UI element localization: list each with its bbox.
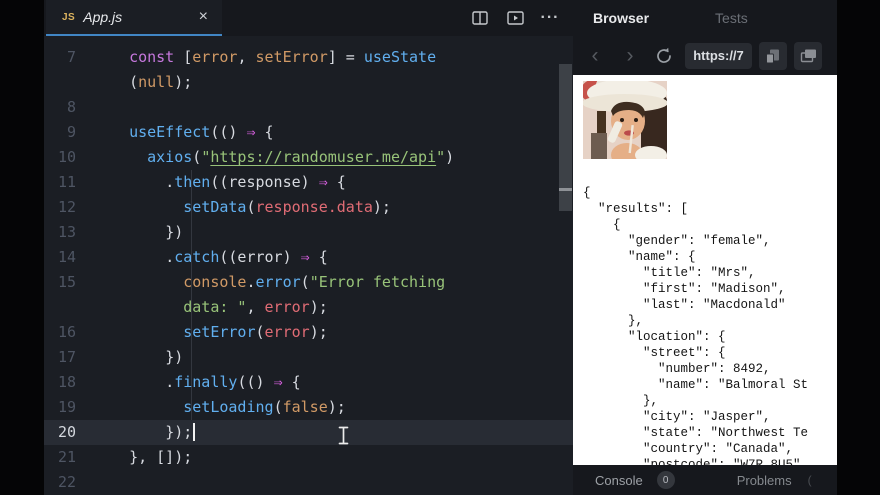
code-line[interactable]: 16 setError(error); xyxy=(44,320,573,345)
line-number: 22 xyxy=(44,470,100,495)
code-line[interactable]: 19 setLoading(false); xyxy=(44,395,573,420)
responsive-preview-button[interactable] xyxy=(759,42,787,70)
code-line[interactable]: 7 const [error, setError] = useState xyxy=(44,45,573,70)
text-caret xyxy=(193,423,195,441)
line-number: 21 xyxy=(44,445,100,470)
panel-status-bar: Console 0 Problems ( xyxy=(573,465,837,495)
code-editor: (true); 7 const [error, setError] = useS… xyxy=(44,0,573,495)
line-number: 16 xyxy=(44,320,100,345)
code-line[interactable]: data: ", error); xyxy=(44,295,573,320)
code-line[interactable]: 15 console.error("Error fetching xyxy=(44,270,573,295)
app-window: (true); 7 const [error, setError] = useS… xyxy=(0,0,880,495)
code-line[interactable]: 20 }); xyxy=(44,420,573,445)
code-lines: 7 const [error, setError] = useState (nu… xyxy=(44,45,573,495)
refresh-icon[interactable] xyxy=(654,46,674,66)
open-preview-icon[interactable] xyxy=(506,10,524,26)
line-number: 14 xyxy=(44,245,100,270)
browser-nav-bar: ‹ › https://7 xyxy=(573,36,837,75)
line-number: 18 xyxy=(44,370,100,395)
scrollbar-mark xyxy=(559,188,572,191)
forward-icon[interactable]: › xyxy=(620,45,640,66)
line-number: 7 xyxy=(44,45,100,70)
tab-filename: App.js xyxy=(83,9,198,25)
panel-tab-bar: Browser Tests xyxy=(573,0,837,36)
code-line[interactable]: 11 .then((response) ⇒ { xyxy=(44,170,573,195)
code-line[interactable]: 9 useEffect(() ⇒ { xyxy=(44,120,573,145)
tab-appjs[interactable]: JS App.js × xyxy=(46,0,222,36)
editor-scrollbar[interactable] xyxy=(559,64,572,211)
more-actions-icon[interactable]: ··· xyxy=(541,10,559,26)
close-tab-icon[interactable]: × xyxy=(199,9,208,25)
line-number: 13 xyxy=(44,220,100,245)
code-line[interactable]: 10 axios("https://randomuser.me/api") xyxy=(44,145,573,170)
code-area[interactable]: 7 const [error, setError] = useState (nu… xyxy=(44,36,573,495)
line-number xyxy=(44,70,100,95)
line-number xyxy=(44,295,100,320)
browser-panel: Browser Tests ‹ › https://7 xyxy=(573,0,837,495)
browser-viewport: { "results": [ { "gender": "female", "na… xyxy=(573,75,837,465)
code-line[interactable]: 13 }) xyxy=(44,220,573,245)
line-number: 9 xyxy=(44,120,100,145)
code-line[interactable]: 18 .finally(() ⇒ { xyxy=(44,370,573,395)
profile-photo xyxy=(583,81,667,159)
url-input[interactable]: https://7 xyxy=(685,43,752,69)
line-number: 11 xyxy=(44,170,100,195)
code-line[interactable]: 17 }) xyxy=(44,345,573,370)
code-line[interactable]: 14 .catch((error) ⇒ { xyxy=(44,245,573,270)
code-line[interactable]: 22 xyxy=(44,470,573,495)
console-count-badge: 0 xyxy=(657,471,675,489)
line-number: 20 xyxy=(44,420,100,445)
console-button[interactable]: Console xyxy=(595,473,643,488)
code-line[interactable]: (null); xyxy=(44,70,573,95)
open-new-window-button[interactable] xyxy=(794,42,822,70)
json-response-text: { "results": [ { "gender": "female", "na… xyxy=(583,185,837,465)
javascript-file-icon: JS xyxy=(62,12,75,23)
code-line[interactable]: 21 }, []); xyxy=(44,445,573,470)
line-number: 12 xyxy=(44,195,100,220)
problems-button[interactable]: Problems xyxy=(737,473,792,488)
line-number: 15 xyxy=(44,270,100,295)
line-number: 10 xyxy=(44,145,100,170)
tab-browser[interactable]: Browser xyxy=(593,10,649,26)
code-line[interactable]: 12 setData(response.data); xyxy=(44,195,573,220)
back-icon[interactable]: ‹ xyxy=(585,45,605,66)
problems-suffix: ( xyxy=(808,473,812,487)
split-editor-icon[interactable] xyxy=(471,10,489,26)
mouse-ibeam-cursor xyxy=(338,426,349,450)
tab-tests[interactable]: Tests xyxy=(715,10,748,26)
line-number: 19 xyxy=(44,395,100,420)
line-number: 17 xyxy=(44,345,100,370)
code-line[interactable]: 8 xyxy=(44,95,573,120)
line-number: 8 xyxy=(44,95,100,120)
editor-toolbar: ··· xyxy=(471,0,559,36)
